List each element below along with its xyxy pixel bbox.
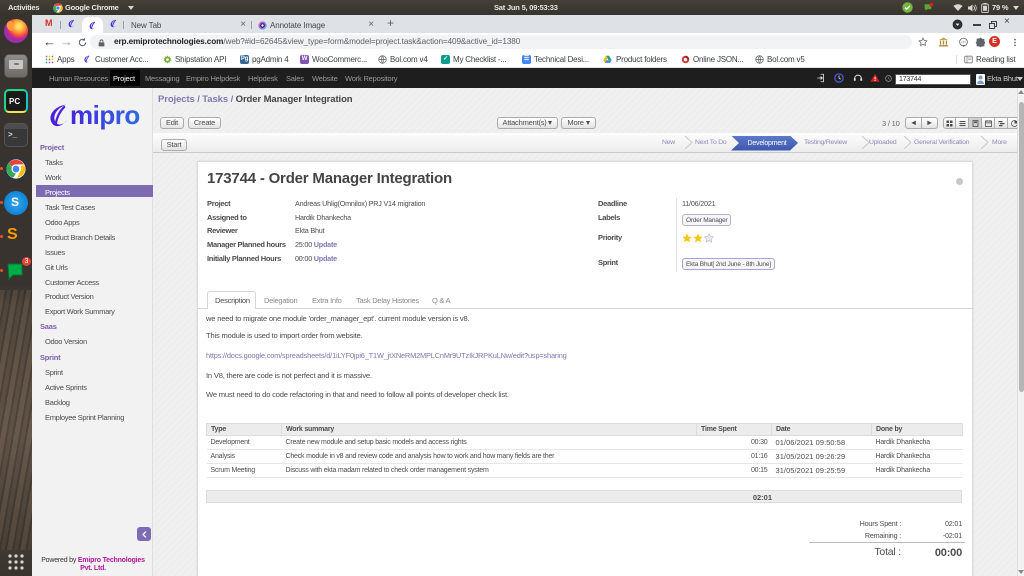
svg-text:mipro: mipro <box>70 100 140 130</box>
